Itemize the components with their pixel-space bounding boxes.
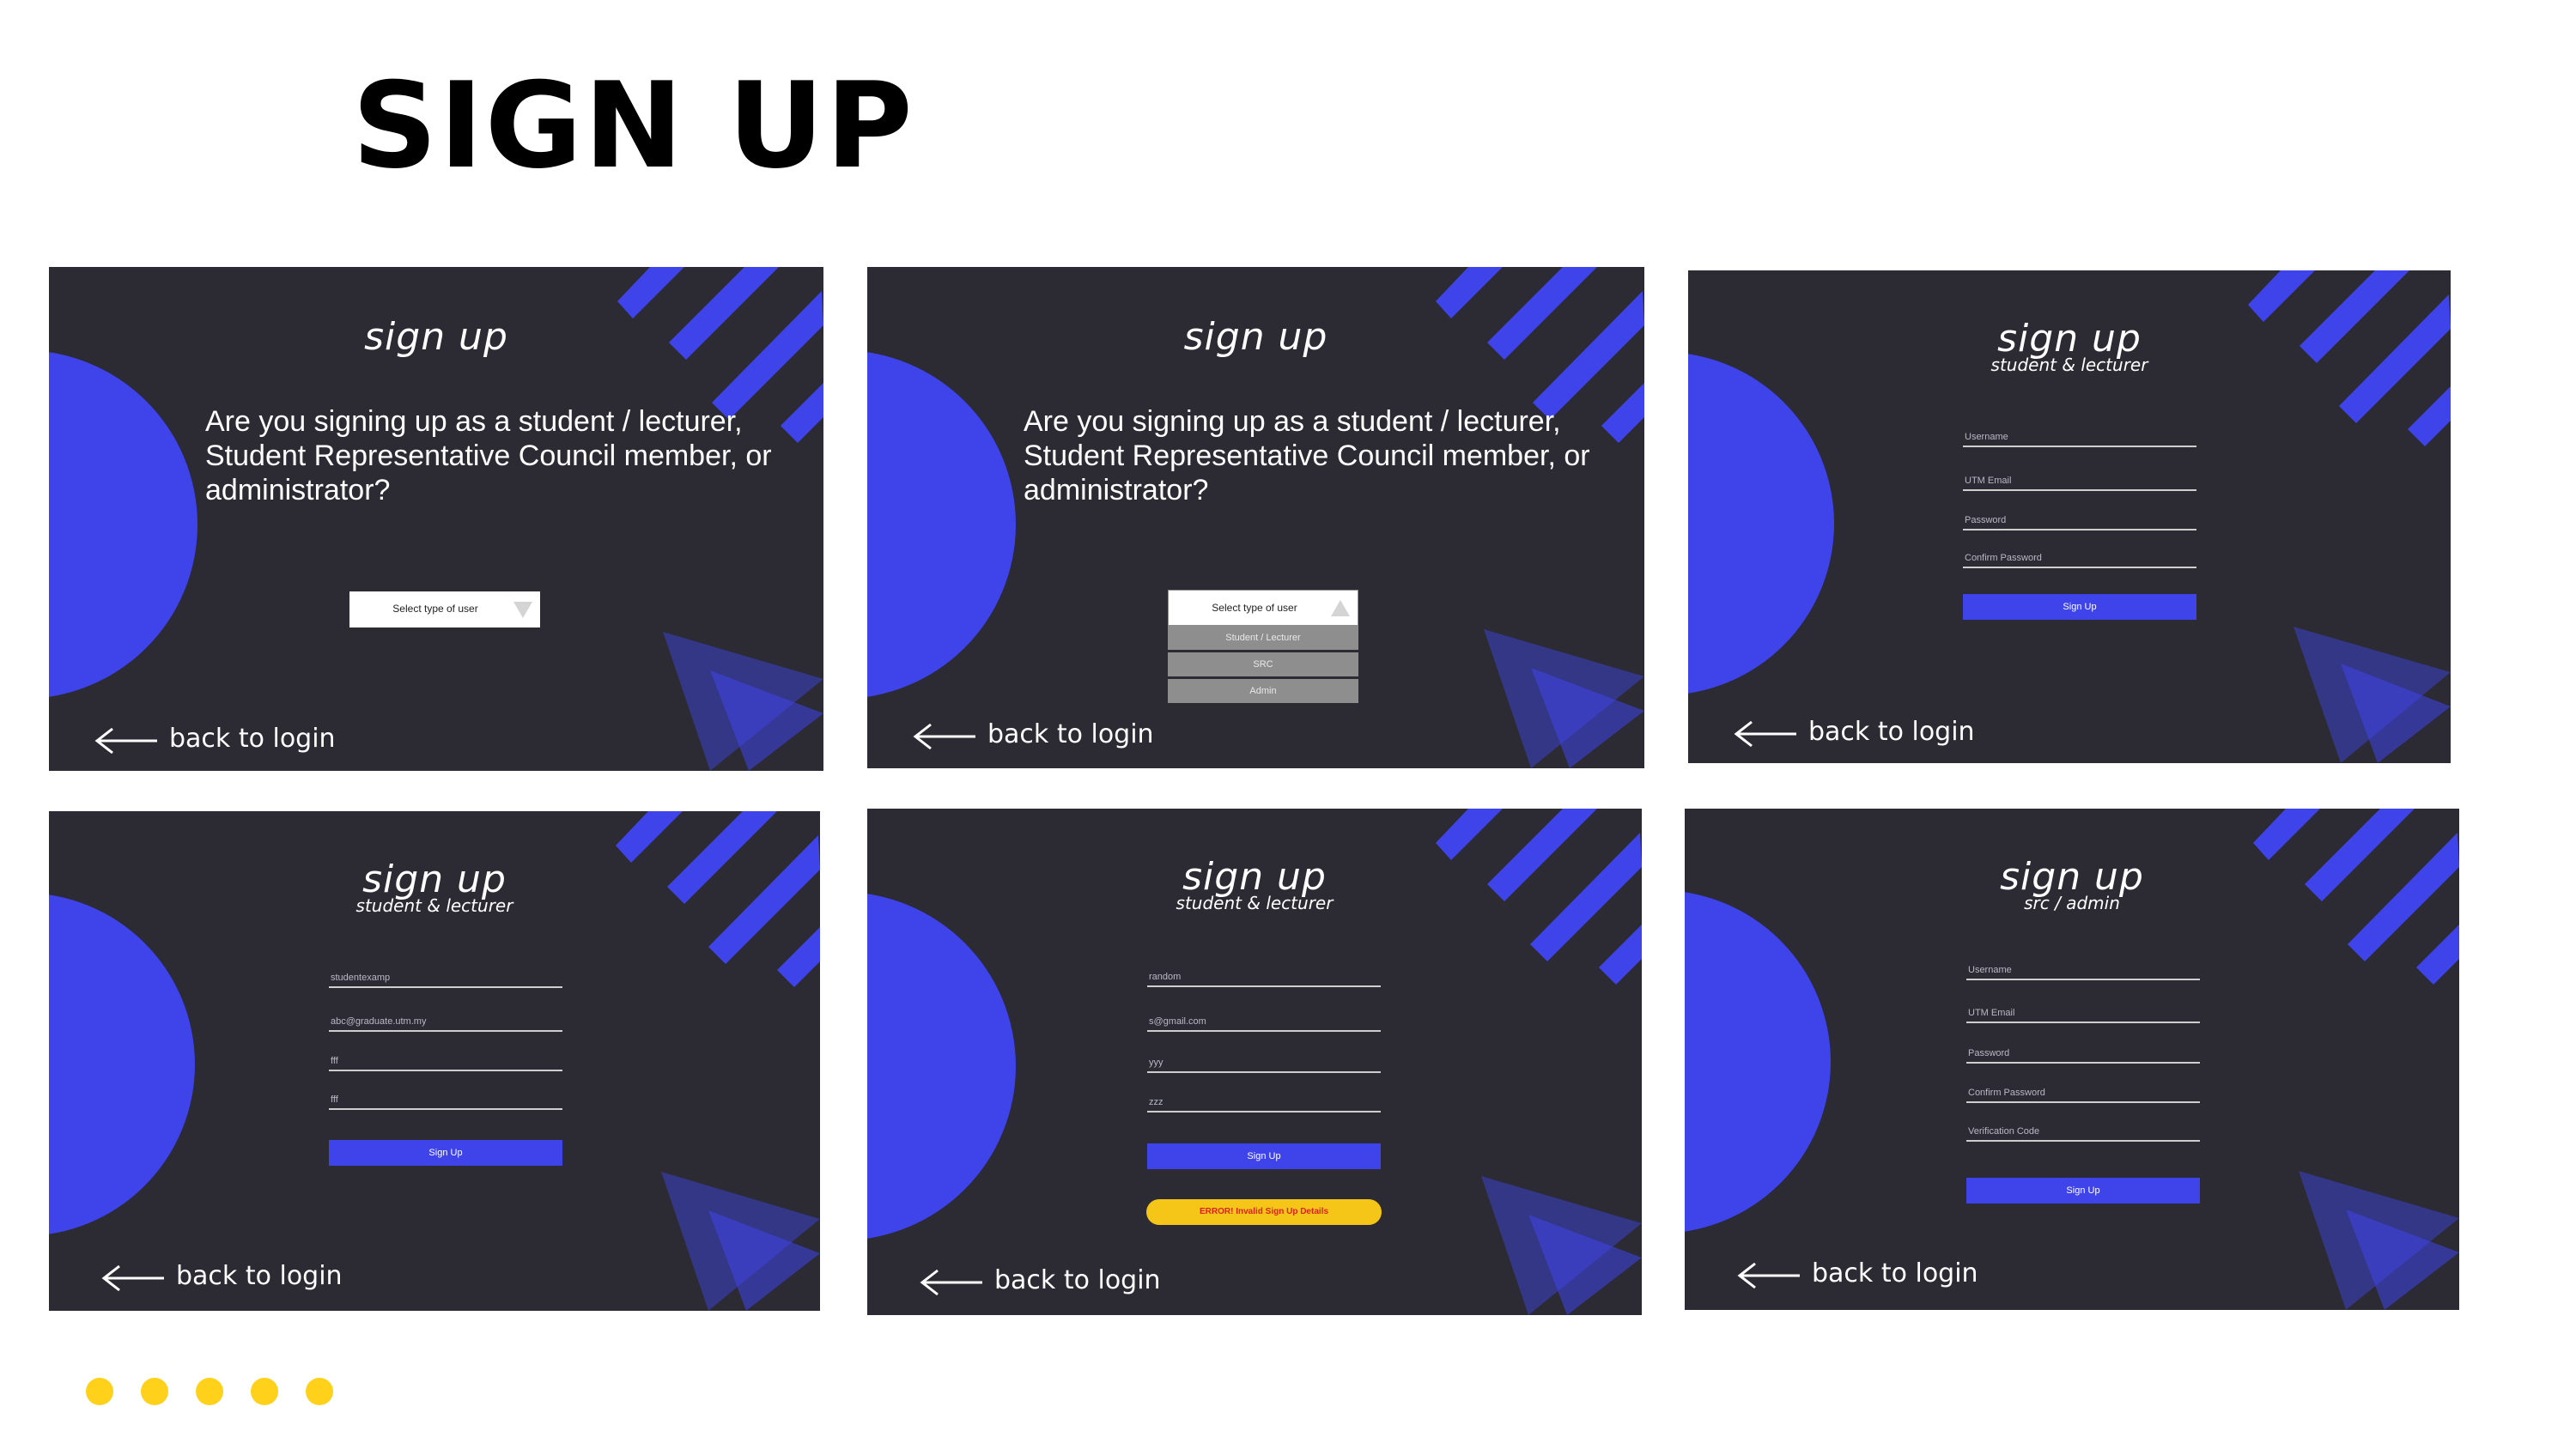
confirm-password-field[interactable]: zzz: [1147, 1092, 1381, 1113]
pagination-dot[interactable]: [196, 1378, 223, 1405]
sign-up-logo: sign up: [1183, 315, 1328, 359]
pagination-dot[interactable]: [251, 1378, 278, 1405]
role-question: Are you signing up as a student / lectur…: [1024, 405, 1590, 506]
arrow-left-icon: [913, 723, 975, 750]
password-field[interactable]: Password: [1966, 1043, 2200, 1064]
arrow-left-icon: [1734, 720, 1796, 748]
back-to-login-label: back to login: [994, 1265, 1161, 1295]
sign-up-logo: sign up student & lecturer: [49, 861, 820, 916]
sign-up-button[interactable]: Sign Up: [1963, 594, 2196, 620]
sign-up-logo: sign up student & lecturer: [1688, 320, 2451, 375]
select-placeholder: Select type of user: [392, 603, 478, 615]
option-src[interactable]: SRC: [1168, 652, 1358, 676]
sign-up-logo: sign up src / admin: [1685, 858, 2459, 912]
confirm-password-field[interactable]: Confirm Password: [1963, 548, 2196, 568]
user-type-select[interactable]: Select type of user: [349, 591, 540, 627]
back-to-login-label: back to login: [1812, 1258, 1978, 1288]
sign-up-subtitle: student & lecturer: [1990, 355, 2148, 375]
screen-role-select-closed: sign up Are you signing up as a student …: [49, 267, 823, 771]
username-field[interactable]: Username: [1963, 427, 2196, 447]
email-field[interactable]: abc@graduate.utm.my: [329, 1011, 562, 1032]
role-question: Are you signing up as a student / lectur…: [205, 405, 772, 506]
screen-student-lecturer-filled: sign up student & lecturer studentexamp …: [49, 811, 820, 1311]
option-student-lecturer[interactable]: Student / Lecturer: [1168, 626, 1358, 650]
username-field[interactable]: random: [1147, 967, 1381, 987]
back-to-login-label: back to login: [987, 719, 1154, 749]
screen-role-select-open: sign up Are you signing up as a student …: [867, 267, 1644, 768]
username-field[interactable]: Username: [1966, 960, 2200, 980]
user-type-select[interactable]: Select type of user: [1168, 590, 1358, 626]
verification-code-field[interactable]: Verification Code: [1966, 1121, 2200, 1142]
pagination-dot[interactable]: [306, 1378, 333, 1405]
confirm-password-field[interactable]: Confirm Password: [1966, 1082, 2200, 1103]
caret-down-icon: [513, 602, 532, 618]
sign-up-subtitle: student & lecturer: [1176, 893, 1334, 913]
arrow-left-icon: [920, 1269, 982, 1296]
option-admin[interactable]: Admin: [1168, 679, 1358, 703]
caret-up-icon: [1331, 600, 1350, 616]
sign-up-subtitle: src / admin: [2024, 893, 2120, 913]
pagination-dot[interactable]: [141, 1378, 168, 1405]
screen-student-lecturer-form: sign up student & lecturer Username UTM …: [1688, 270, 2451, 763]
arrow-left-icon: [94, 727, 157, 755]
sign-up-button[interactable]: Sign Up: [329, 1140, 562, 1166]
username-field[interactable]: studentexamp: [329, 967, 562, 988]
sign-up-button[interactable]: Sign Up: [1966, 1178, 2200, 1203]
email-field[interactable]: UTM Email: [1966, 1003, 2200, 1023]
email-field[interactable]: UTM Email: [1963, 470, 2196, 491]
sign-up-logo: sign up student & lecturer: [867, 858, 1642, 912]
arrow-left-icon: [1737, 1262, 1800, 1289]
page-title: SIGN UP: [352, 57, 914, 195]
password-field[interactable]: fff: [329, 1051, 562, 1071]
error-message: ERROR! Invalid Sign Up Details: [1146, 1199, 1382, 1225]
select-placeholder: Select type of user: [1212, 602, 1297, 614]
email-field[interactable]: s@gmail.com: [1147, 1011, 1381, 1032]
password-field[interactable]: yyy: [1147, 1052, 1381, 1073]
back-to-login-label: back to login: [176, 1261, 343, 1291]
screen-src-admin-form: sign up src / admin Username UTM Email P…: [1685, 809, 2459, 1310]
user-type-options: Student / Lecturer SRC Admin: [1168, 623, 1358, 703]
sign-up-button[interactable]: Sign Up: [1147, 1143, 1381, 1169]
back-to-login-label: back to login: [169, 724, 336, 754]
password-field[interactable]: Password: [1963, 510, 2196, 530]
screen-student-lecturer-error: sign up student & lecturer random s@gmai…: [867, 809, 1642, 1315]
sign-up-subtitle: student & lecturer: [355, 895, 513, 916]
back-to-login-label: back to login: [1808, 717, 1975, 747]
pagination-dot[interactable]: [86, 1378, 113, 1405]
arrow-left-icon: [101, 1264, 164, 1292]
sign-up-logo: sign up: [364, 315, 508, 359]
confirm-password-field[interactable]: fff: [329, 1089, 562, 1110]
